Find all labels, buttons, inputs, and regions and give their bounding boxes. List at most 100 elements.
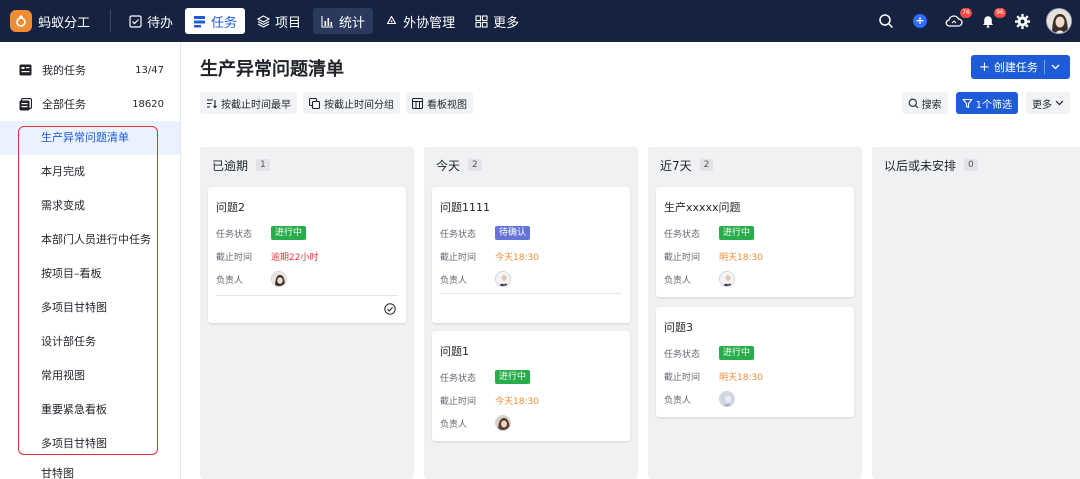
task-card[interactable]: 问题1111 任务状态 待确认 截止时间 今天18:30 负责人 bbox=[432, 187, 630, 323]
nav-item-outsourcing[interactable]: 外协管理 bbox=[377, 8, 463, 34]
nav-item-label: 任务 bbox=[211, 15, 238, 31]
sidebar-view-item[interactable]: 生产异常问题清单 bbox=[0, 121, 180, 155]
top-right-actions: + 76 96 bbox=[864, 0, 1072, 42]
grid-icon bbox=[475, 14, 488, 28]
sidebar-view-item[interactable]: 多项目甘特图 bbox=[0, 291, 180, 325]
gear-icon[interactable] bbox=[1010, 9, 1034, 33]
field-label: 截止时间 bbox=[664, 252, 701, 263]
filter-button[interactable]: 1个筛选 bbox=[955, 92, 1018, 114]
nav-item-tasks[interactable]: 任务 bbox=[185, 8, 246, 34]
due-date[interactable]: 明天18:30 bbox=[719, 370, 763, 383]
status-badge[interactable]: 待确认 bbox=[495, 226, 531, 240]
owner-avatar[interactable] bbox=[719, 271, 735, 287]
page-title: 生产异常问题清单 bbox=[200, 59, 344, 80]
owner-row: 负责人 bbox=[216, 271, 287, 287]
owner-avatar[interactable] bbox=[495, 415, 511, 431]
field-label: 任务状态 bbox=[440, 373, 477, 384]
nav-divider bbox=[110, 10, 111, 32]
sort-button[interactable]: 按截止时间最早 bbox=[200, 92, 297, 114]
field-label: 截止时间 bbox=[440, 252, 477, 263]
search-icon[interactable] bbox=[874, 9, 898, 33]
status-badge[interactable]: 进行中 bbox=[495, 370, 531, 384]
bell-badge: 96 bbox=[994, 8, 1006, 18]
sidebar-view-item[interactable]: 设计部任务 bbox=[0, 325, 180, 359]
status-row: 任务状态 进行中 bbox=[664, 225, 755, 241]
create-task-button[interactable]: + 创建任务 bbox=[971, 55, 1070, 79]
column-header: 今天 2 bbox=[424, 147, 638, 183]
search-button[interactable]: 搜索 bbox=[901, 92, 948, 114]
column-count: 2 bbox=[468, 159, 482, 171]
task-title: 生产xxxxx问题 bbox=[664, 201, 741, 214]
column-header: 以后或未安排 0 bbox=[872, 147, 1080, 183]
board-view-button[interactable]: 看板视图 bbox=[406, 92, 473, 114]
column-count: 0 bbox=[964, 159, 978, 171]
field-label: 负责人 bbox=[216, 275, 244, 286]
sidebar-view-item[interactable]: 常用视图 bbox=[0, 359, 180, 393]
sidebar-view-item[interactable]: 本部门人员进行中任务 bbox=[0, 223, 180, 257]
task-card[interactable]: 生产xxxxx问题 任务状态 进行中 截止时间 明天18:30 负责人 bbox=[656, 187, 854, 297]
complete-check-icon[interactable] bbox=[384, 303, 396, 315]
group-button[interactable]: 按截止时间分组 bbox=[303, 92, 400, 114]
sidebar-view-item[interactable]: 重要紧急看板 bbox=[0, 393, 180, 427]
task-card[interactable]: 问题3 任务状态 进行中 截止时间 明天18:30 负责人 bbox=[656, 307, 854, 417]
due-date[interactable]: 今天18:30 bbox=[495, 394, 539, 407]
quick-add-icon[interactable]: + bbox=[908, 9, 932, 33]
field-label: 任务状态 bbox=[664, 349, 701, 360]
filter-label: 1个筛选 bbox=[975, 99, 1012, 111]
view-toolbar: 按截止时间最早 按截止时间分组 看板视图 bbox=[200, 92, 479, 114]
card-divider bbox=[440, 293, 622, 294]
status-row: 任务状态 进行中 bbox=[440, 369, 531, 385]
group-icon bbox=[309, 97, 320, 109]
sidebar-view-item[interactable]: 甘特图 bbox=[0, 461, 180, 479]
task-title: 问题1111 bbox=[440, 201, 490, 214]
due-date[interactable]: 明天18:30 bbox=[719, 250, 763, 263]
sidebar-item-all-tasks[interactable]: 全部任务 18620 bbox=[0, 87, 180, 121]
sidebar-item-my-tasks[interactable]: 我的任务 13/47 bbox=[0, 53, 180, 87]
due-row: 截止时间 逾期22小时 bbox=[216, 248, 318, 264]
due-date[interactable]: 今天18:30 bbox=[495, 250, 539, 263]
task-title: 问题2 bbox=[216, 201, 245, 214]
task-card[interactable]: 问题1 任务状态 进行中 截止时间 今天18:30 负责人 bbox=[432, 331, 630, 441]
task-title: 问题3 bbox=[664, 321, 693, 334]
nav-item-label: 统计 bbox=[339, 15, 366, 31]
nav-item-todo[interactable]: 待办 bbox=[121, 8, 181, 34]
task-title: 问题1 bbox=[440, 345, 469, 358]
owner-row: 负责人 bbox=[664, 391, 735, 407]
status-badge[interactable]: 进行中 bbox=[271, 226, 307, 240]
board-icon bbox=[412, 97, 423, 109]
status-row: 任务状态 进行中 bbox=[216, 225, 307, 241]
owner-avatar[interactable] bbox=[271, 271, 287, 287]
chevron-down-icon[interactable] bbox=[1051, 64, 1060, 70]
status-badge[interactable]: 进行中 bbox=[719, 346, 755, 360]
nav-item-projects[interactable]: 项目 bbox=[249, 8, 309, 34]
cloud-sync-icon[interactable]: 76 bbox=[942, 8, 972, 33]
sidebar-view-item[interactable]: 需求变成 bbox=[0, 189, 180, 223]
field-label: 任务状态 bbox=[664, 229, 701, 240]
sidebar-view-item[interactable]: 多项目甘特图 bbox=[0, 427, 180, 461]
nav-item-more[interactable]: 更多 bbox=[467, 8, 527, 34]
search-label: 搜索 bbox=[921, 99, 942, 111]
board-column-overdue: 已逾期 1 问题2 任务状态 进行中 截止时间 逾期22小时 负责人 bbox=[200, 147, 414, 479]
layers-icon bbox=[257, 14, 271, 28]
brand[interactable]: 蚂蚁分工 bbox=[0, 10, 110, 32]
status-row: 任务状态 待确认 bbox=[440, 225, 531, 241]
board-view-label: 看板视图 bbox=[427, 99, 467, 111]
user-avatar[interactable] bbox=[1046, 8, 1072, 34]
sort-icon bbox=[207, 98, 217, 108]
sidebar-item-label: 全部任务 bbox=[42, 98, 86, 111]
owner-row: 负责人 bbox=[440, 271, 511, 287]
due-date[interactable]: 逾期22小时 bbox=[271, 250, 318, 263]
sidebar-view-item[interactable]: 本月完成 bbox=[0, 155, 180, 189]
owner-row: 负责人 bbox=[440, 415, 511, 431]
sidebar-view-item[interactable]: 按项目–看板 bbox=[0, 257, 180, 291]
owner-avatar[interactable] bbox=[719, 391, 735, 407]
board-column-later: 以后或未安排 0 bbox=[872, 147, 1080, 479]
field-label: 负责人 bbox=[440, 275, 468, 286]
bell-icon[interactable]: 96 bbox=[976, 8, 1006, 33]
task-card[interactable]: 问题2 任务状态 进行中 截止时间 逾期22小时 负责人 bbox=[208, 187, 406, 323]
board-column-next-7-days: 近7天 2 生产xxxxx问题 任务状态 进行中 截止时间 明天18:30 负责… bbox=[648, 147, 862, 479]
more-button[interactable]: 更多 bbox=[1026, 92, 1070, 114]
nav-item-statistics[interactable]: 统计 bbox=[313, 8, 374, 34]
owner-avatar[interactable] bbox=[495, 271, 511, 287]
status-badge[interactable]: 进行中 bbox=[719, 226, 755, 240]
